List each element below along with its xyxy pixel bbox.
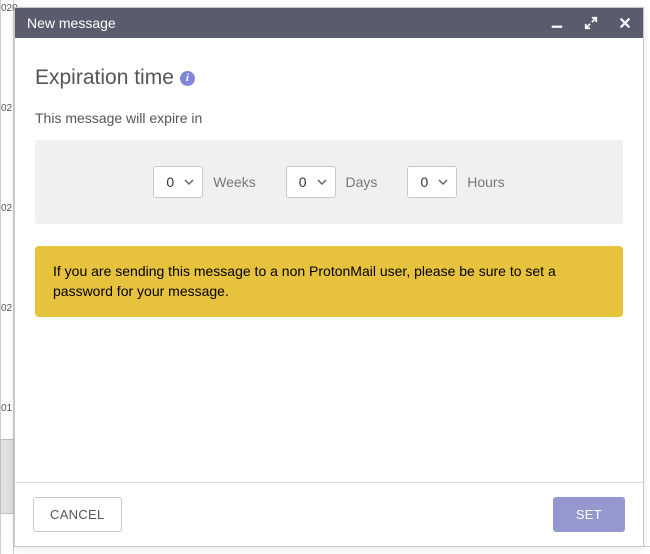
warning-message: If you are sending this message to a non… [35,246,623,317]
info-icon[interactable]: i [180,71,195,86]
expiration-picker: 0 Weeks 0 Days 0 Hours [35,140,623,224]
modal-titlebar: New message [15,8,643,38]
modal-content: Expiration timei This message will expir… [15,38,643,482]
cancel-button[interactable]: CANCEL [33,497,122,532]
background-block [0,439,14,514]
minimize-icon[interactable] [549,15,565,31]
new-message-modal: New message Expiration timei This messag… [14,7,644,547]
modal-footer: CANCEL SET [15,482,643,546]
weeks-select[interactable]: 0 [153,166,203,198]
expand-icon[interactable] [583,15,599,31]
panel-heading: Expiration timei [35,66,623,90]
chevron-down-icon [184,177,194,187]
hours-label: Hours [467,174,504,190]
hours-select[interactable]: 0 [407,166,457,198]
panel-subtitle: This message will expire in [35,110,623,126]
close-icon[interactable] [617,15,633,31]
chevron-down-icon [317,177,327,187]
days-label: Days [346,174,378,190]
modal-title: New message [27,15,549,31]
weeks-label: Weeks [213,174,256,190]
chevron-down-icon [438,177,448,187]
days-select[interactable]: 0 [286,166,336,198]
set-button[interactable]: SET [553,497,625,532]
